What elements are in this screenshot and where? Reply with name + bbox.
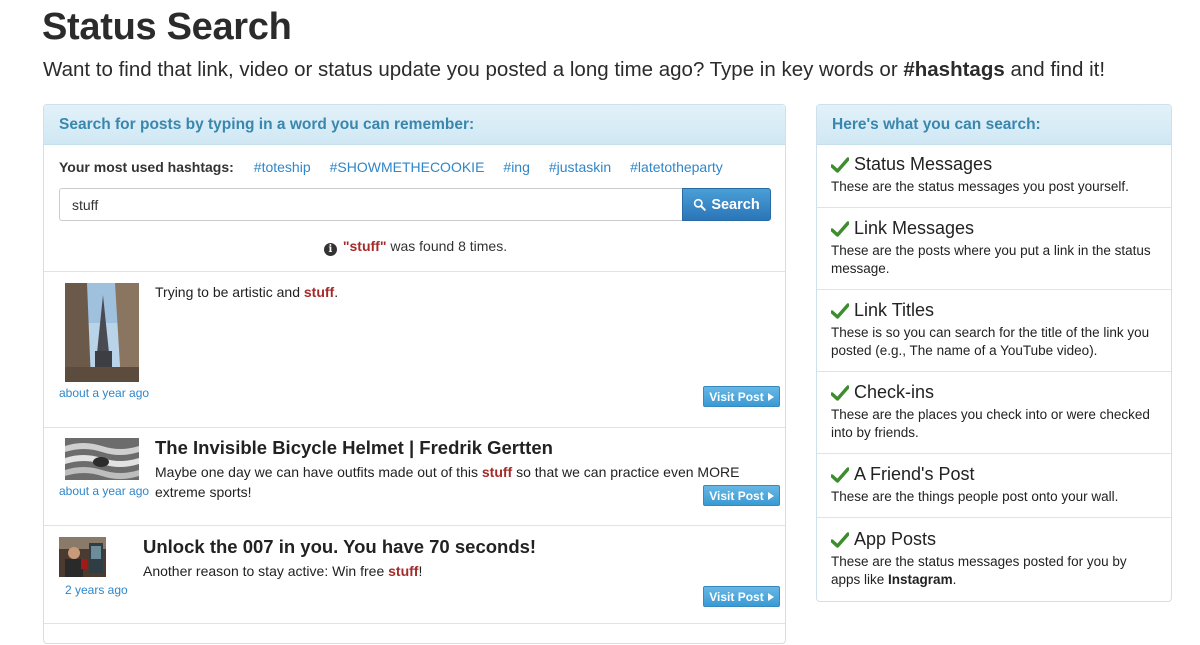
play-arrow-icon — [767, 592, 774, 601]
post-item — [44, 623, 785, 645]
check-icon — [831, 384, 849, 401]
feature-description: These are the places you check into or w… — [831, 407, 1150, 440]
search-icon — [694, 198, 707, 211]
post-highlight: stuff — [481, 464, 513, 480]
info-icon: i — [323, 243, 337, 256]
check-icon — [831, 302, 849, 319]
page-subtitle: Want to find that link, video or status … — [43, 58, 1105, 82]
visit-post-button[interactable]: Visit Post — [703, 485, 780, 506]
post-title: Unlock the 007 in you. You have 70 secon… — [143, 536, 537, 557]
page-title: Status Search — [42, 6, 292, 48]
post-text: Maybe one day we can have outfits made o… — [155, 462, 765, 502]
feature-title-text: Status Messages — [854, 154, 993, 174]
subtitle-hashtags: #hashtags — [903, 58, 1005, 81]
feature-check-ins: Check-ins These are the places you check… — [817, 372, 1171, 454]
post-text-after: . — [334, 284, 339, 300]
feature-title: Status Messages — [831, 154, 1157, 175]
hashtag-link[interactable]: #justaskin — [549, 159, 611, 175]
feature-link-messages: Link Messages These are the posts where … — [817, 208, 1171, 290]
result-count-text: was found 8 times. — [386, 238, 508, 254]
feature-description: These are the posts where you put a link… — [831, 243, 1151, 276]
hashtag-link[interactable]: #latetotheparty — [630, 159, 723, 175]
search-button[interactable]: Search — [682, 188, 771, 221]
search-panel-heading: Search for posts by typing in a word you… — [44, 105, 785, 145]
feature-title: A Friend's Post — [831, 464, 1157, 485]
post-title: The Invisible Bicycle Helmet | Fredrik G… — [155, 437, 553, 458]
hashtag-link[interactable]: #toteship — [254, 159, 311, 175]
post-text-before: Maybe one day we can have outfits made o… — [155, 464, 482, 480]
post-item: Trying to be artistic and stuff. about a… — [44, 271, 785, 411]
feature-app-posts: App Posts These are the status messages … — [817, 518, 1171, 601]
searchable-types-panel: Here's what you can search: Status Messa… — [816, 104, 1172, 602]
search-panel: Search for posts by typing in a word you… — [43, 104, 786, 644]
subtitle-suffix: and find it! — [1004, 58, 1106, 81]
result-count-message: i "stuff" was found 8 times. — [44, 238, 787, 256]
result-term: "stuff" — [342, 238, 387, 254]
play-arrow-icon — [767, 491, 774, 500]
status-search-page: Status Search Want to find that link, vi… — [0, 0, 1200, 644]
hashtags-label: Your most used hashtags: — [59, 159, 234, 175]
feature-title: Link Titles — [831, 300, 1157, 321]
post-timestamp[interactable]: 2 years ago — [65, 583, 128, 597]
visit-post-label: Visit Post — [709, 488, 764, 503]
subtitle-text: Want to find that link, video or status … — [43, 58, 904, 81]
feature-desc-suffix: . — [952, 572, 957, 587]
visit-post-button[interactable]: Visit Post — [703, 386, 780, 407]
visit-post-label: Visit Post — [709, 589, 764, 604]
feature-desc-text: These are the status messages posted for… — [831, 554, 1127, 587]
check-icon — [831, 220, 849, 237]
post-item: The Invisible Bicycle Helmet | Fredrik G… — [44, 427, 785, 525]
feature-description: These are the status messages you post y… — [831, 179, 1129, 194]
post-text: Another reason to stay active: Win free … — [143, 561, 743, 581]
post-thumbnail[interactable] — [65, 283, 139, 382]
feature-title: Check-ins — [831, 382, 1157, 403]
post-highlight: stuff — [303, 284, 335, 300]
spy-video-thumbnail — [59, 537, 106, 577]
feature-title-text: App Posts — [854, 529, 937, 549]
check-icon — [831, 156, 849, 173]
search-button-label: Search — [711, 196, 760, 213]
feature-title-text: Link Titles — [854, 300, 935, 320]
post-text-after: ! — [418, 563, 423, 579]
searchable-types-heading: Here's what you can search: — [817, 105, 1171, 145]
feature-desc-bold: Instagram — [888, 572, 953, 587]
check-icon — [831, 531, 849, 548]
feature-status-messages: Status Messages These are the status mes… — [817, 145, 1171, 208]
hashtags-row: Your most used hashtags: #toteship #SHOW… — [59, 159, 742, 175]
feature-title: App Posts — [831, 529, 1157, 550]
post-thumbnail[interactable] — [65, 438, 139, 480]
cathedral-photo — [65, 283, 139, 382]
hashtag-link[interactable]: #ing — [503, 159, 529, 175]
post-text: Trying to be artistic and stuff. — [155, 282, 715, 302]
feature-description: These are the status messages posted for… — [831, 553, 1157, 589]
helmet-video-thumbnail — [65, 438, 139, 480]
post-text-before: Another reason to stay active: Win free — [143, 563, 389, 579]
post-text-before: Trying to be artistic and — [155, 284, 304, 300]
post-thumbnail[interactable] — [59, 537, 106, 577]
post-timestamp[interactable]: about a year ago — [59, 386, 149, 400]
feature-title-text: A Friend's Post — [854, 464, 975, 484]
feature-friends-post: A Friend's Post These are the things peo… — [817, 454, 1171, 518]
play-arrow-icon — [767, 392, 774, 401]
post-item: Unlock the 007 in you. You have 70 secon… — [44, 525, 785, 623]
feature-description: These are the things people post onto yo… — [831, 489, 1119, 504]
visit-post-button[interactable]: Visit Post — [703, 586, 780, 607]
feature-title-text: Check-ins — [854, 382, 935, 402]
hashtag-link[interactable]: #SHOWMETHECOOKIE — [330, 159, 485, 175]
check-icon — [831, 466, 849, 483]
feature-description: These is so you can search for the title… — [831, 325, 1150, 358]
search-input[interactable] — [59, 188, 683, 221]
post-highlight: stuff — [388, 563, 419, 579]
feature-link-titles: Link Titles These is so you can search f… — [817, 290, 1171, 372]
feature-title-text: Link Messages — [854, 218, 975, 238]
visit-post-label: Visit Post — [709, 389, 764, 404]
feature-title: Link Messages — [831, 218, 1157, 239]
post-timestamp[interactable]: about a year ago — [59, 484, 149, 498]
